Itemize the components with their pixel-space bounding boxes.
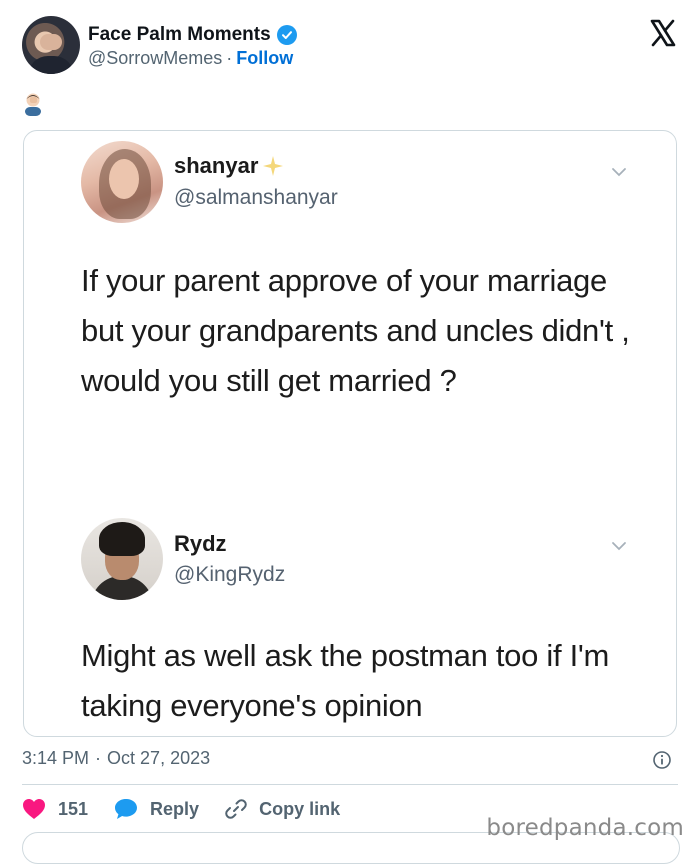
rydz-display-name: Rydz — [174, 531, 227, 556]
watermark: boredpanda.com — [486, 815, 684, 841]
post-time: 3:14 PM — [22, 748, 90, 768]
sparkle-icon — [263, 156, 284, 176]
link-icon — [225, 799, 247, 819]
rydz-tweet-text: Might as well ask the postman too if I'm… — [81, 638, 610, 723]
shanyar-handle: @salmanshanyar — [174, 186, 338, 209]
author-avatar[interactable] — [22, 16, 80, 74]
embedded-image-card[interactable]: shanyar @salmanshanyar If your parent ap… — [23, 130, 677, 737]
author-display-name[interactable]: Face Palm Moments — [88, 24, 271, 46]
divider — [22, 784, 678, 785]
verified-badge-icon — [276, 25, 297, 45]
reply-label: Reply — [150, 798, 200, 819]
shanyar-tweet-text: If your parent approve of your marriage … — [81, 263, 630, 398]
quoted-tweet-rydz: Rydz @KingRydz Might as well ask the pos… — [24, 511, 676, 736]
copy-link-label: Copy link — [259, 798, 341, 819]
post-date: Oct 27, 2023 — [107, 748, 211, 768]
like-button[interactable]: 151 — [22, 798, 88, 820]
chevron-down-icon — [612, 168, 626, 177]
copy-link-button[interactable]: Copy link — [225, 798, 340, 820]
heart-icon — [23, 799, 45, 819]
rydz-avatar — [81, 518, 163, 600]
quoted-tweet-shanyar: shanyar @salmanshanyar If your parent ap… — [24, 131, 676, 511]
action-bar: 151 Reply Copy link — [22, 796, 366, 822]
x-logo-icon[interactable] — [648, 18, 678, 48]
info-icon[interactable] — [652, 750, 672, 770]
follow-button[interactable]: Follow — [236, 48, 293, 69]
handle-separator: · — [226, 48, 233, 68]
author-handle[interactable]: @SorrowMemes — [88, 48, 222, 69]
shanyar-name-line: shanyar — [174, 153, 284, 179]
facepalm-emoji — [22, 92, 44, 116]
time-separator: · — [95, 748, 102, 768]
like-count: 151 — [58, 798, 89, 819]
author-name-line: Face Palm Moments — [88, 24, 297, 46]
author-handle-line: @SorrowMemes · Follow — [88, 48, 293, 69]
post-timestamp[interactable]: 3:14 PM · Oct 27, 2023 — [22, 748, 210, 769]
chevron-down-icon — [612, 542, 626, 551]
rydz-handle: @KingRydz — [174, 563, 286, 586]
reply-button[interactable]: Reply — [114, 798, 199, 820]
shanyar-avatar — [81, 141, 163, 223]
shanyar-display-name: shanyar — [174, 153, 259, 178]
tweet-header: Face Palm Moments @SorrowMemes · Follow — [22, 16, 678, 78]
reply-bubble-icon — [115, 799, 138, 819]
